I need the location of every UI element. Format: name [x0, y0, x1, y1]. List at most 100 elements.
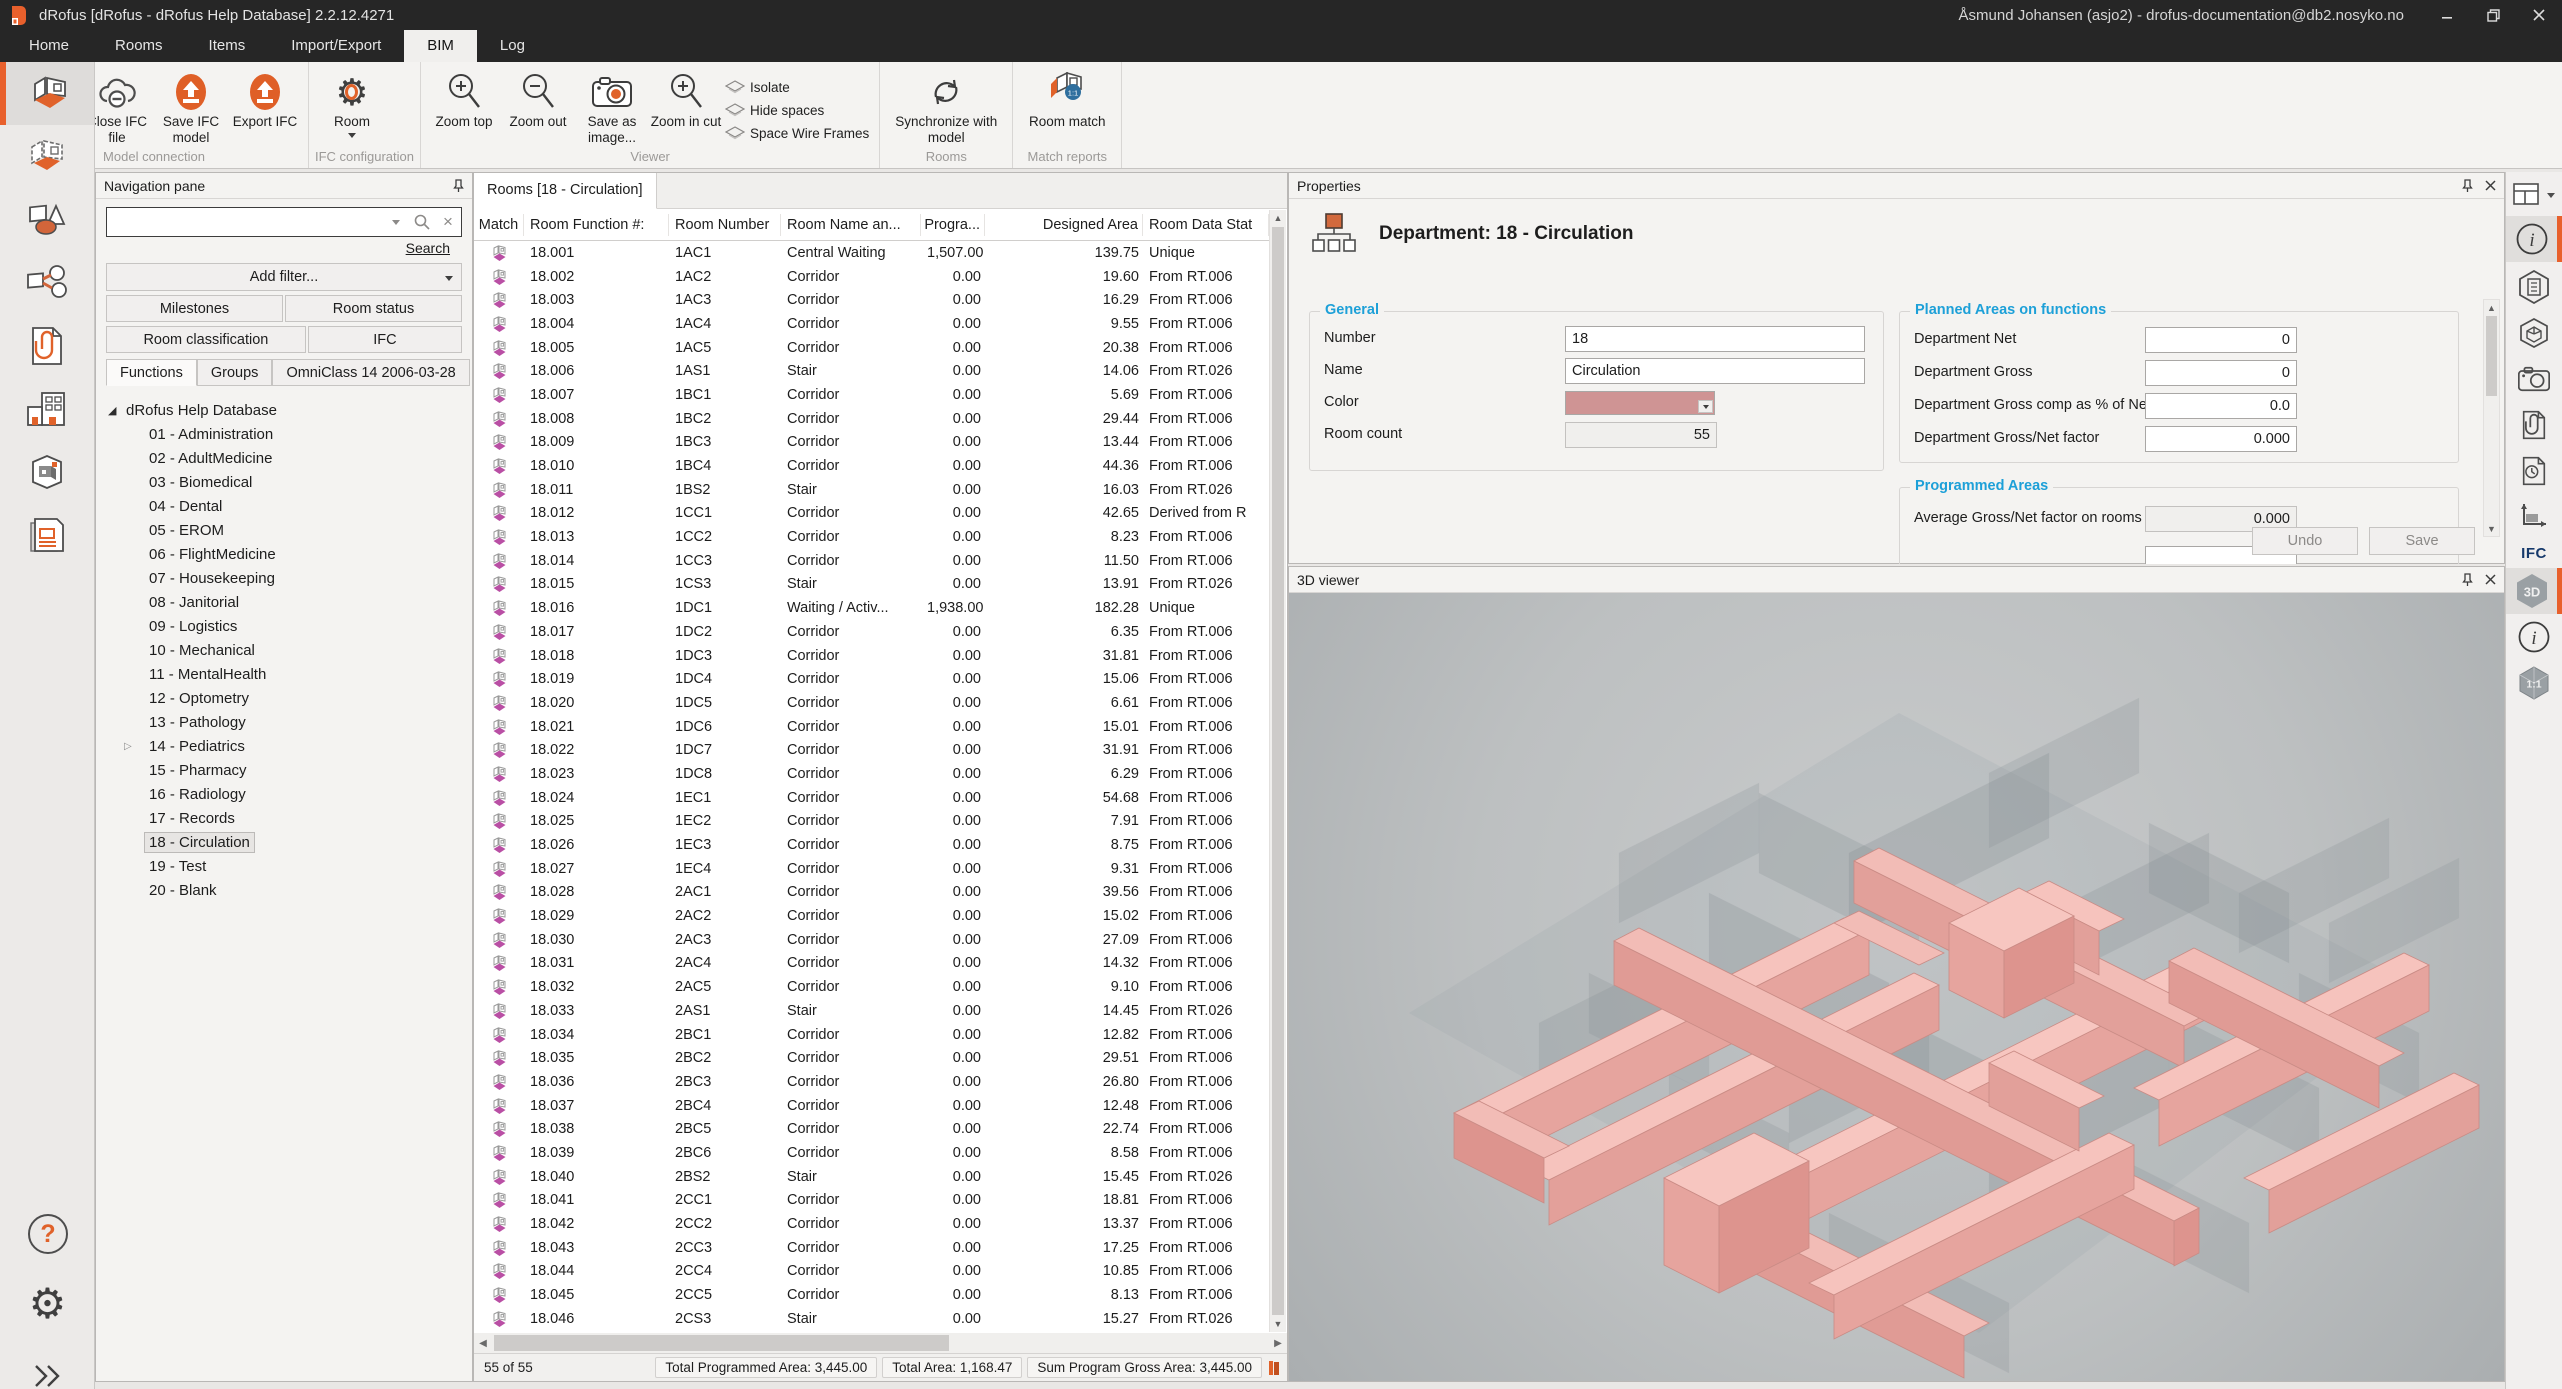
tree-root[interactable]: ◢ dRofus Help Database [96, 398, 472, 422]
table-row[interactable]: 18.031 2AC4 Corridor 0.00 14.32 From RT.… [474, 952, 1269, 976]
pin-icon[interactable] [453, 179, 464, 193]
table-row[interactable]: 18.006 1AS1 Stair 0.00 14.06 From RT.026 [474, 359, 1269, 383]
isolate-toggle[interactable]: Isolate [725, 76, 869, 99]
synchronize-with-model-button[interactable]: Synchronize with model [886, 66, 1006, 146]
sidebar-item-bim-models[interactable] [0, 440, 94, 503]
panel-ifc-info-button[interactable]: i [2506, 614, 2562, 660]
minimize-button[interactable] [2424, 0, 2470, 30]
panel-match-button[interactable]: 1:1 [2506, 660, 2562, 706]
table-row[interactable]: 18.011 1BS2 Stair 0.00 16.03 From RT.026 [474, 478, 1269, 502]
color-swatch[interactable] [1565, 391, 1715, 415]
table-row[interactable]: 18.034 2BC1 Corridor 0.00 12.82 From RT.… [474, 1023, 1269, 1047]
planned-value-field[interactable]: 0 [2145, 327, 2297, 353]
table-row[interactable]: 18.044 2CC4 Corridor 0.00 10.85 From RT.… [474, 1260, 1269, 1284]
table-row[interactable]: 18.033 2AS1 Stair 0.00 14.45 From RT.026 [474, 999, 1269, 1023]
panel-images-button[interactable] [2506, 356, 2562, 402]
scrollbar-thumb[interactable] [2486, 316, 2497, 396]
tree-item[interactable]: 01 - Administration [96, 422, 472, 446]
table-vertical-scrollbar[interactable]: ▲ ▼ [1269, 210, 1286, 1332]
nav-tab-omniclass[interactable]: OmniClass 14 2006-03-28 [272, 359, 469, 386]
help-button[interactable]: ? [0, 1202, 95, 1265]
tree-item[interactable]: 17 - Records [96, 806, 472, 830]
scroll-left-icon[interactable]: ◀ [474, 1333, 492, 1353]
scrollbar-thumb[interactable] [494, 1335, 949, 1351]
table-row[interactable]: 18.030 2AC3 Corridor 0.00 27.09 From RT.… [474, 928, 1269, 952]
table-row[interactable]: 18.024 1EC1 Corridor 0.00 54.68 From RT.… [474, 786, 1269, 810]
tree-item[interactable]: 05 - EROM [96, 518, 472, 542]
sidebar-item-room-templates[interactable] [0, 125, 94, 188]
settings-button[interactable]: ⚙ [0, 1272, 95, 1335]
table-row[interactable]: 18.013 1CC2 Corridor 0.00 8.23 From RT.0… [474, 525, 1269, 549]
tree-item[interactable]: 12 - Optometry [96, 686, 472, 710]
sidebar-item-reports[interactable] [0, 503, 94, 566]
tree-item[interactable]: 02 - AdultMedicine [96, 446, 472, 470]
tree-item[interactable]: 18 - Circulation [96, 830, 472, 854]
table-row[interactable]: 18.008 1BC2 Corridor 0.00 29.44 From RT.… [474, 407, 1269, 431]
col-room-name[interactable]: Room Name an... [781, 214, 921, 236]
tree-item[interactable]: 16 - Radiology [96, 782, 472, 806]
scroll-right-icon[interactable]: ▶ [1269, 1333, 1287, 1353]
table-row[interactable]: 18.007 1BC1 Corridor 0.00 5.69 From RT.0… [474, 383, 1269, 407]
sidebar-item-items[interactable] [0, 188, 94, 251]
pin-icon[interactable] [2462, 179, 2473, 193]
tree-item[interactable]: 09 - Logistics [96, 614, 472, 638]
tree-item[interactable]: 11 - MentalHealth [96, 662, 472, 686]
table-row[interactable]: 18.035 2BC2 Corridor 0.00 29.51 From RT.… [474, 1046, 1269, 1070]
nav-tab-groups[interactable]: Groups [197, 359, 273, 386]
planned-value-field[interactable]: 0.0 [2145, 393, 2297, 419]
tree-item[interactable]: 14 - Pediatrics [96, 734, 472, 758]
table-row[interactable]: 18.039 2BC6 Corridor 0.00 8.58 From RT.0… [474, 1141, 1269, 1165]
search-dropdown-icon[interactable] [383, 220, 409, 225]
col-match[interactable]: Match [474, 214, 524, 236]
table-row[interactable]: 18.021 1DC6 Corridor 0.00 15.01 From RT.… [474, 715, 1269, 739]
panel-room-data-button[interactable] [2506, 264, 2562, 310]
table-row[interactable]: 18.032 2AC5 Corridor 0.00 9.10 From RT.0… [474, 975, 1269, 999]
table-row[interactable]: 18.028 2AC1 Corridor 0.00 39.56 From RT.… [474, 881, 1269, 905]
table-row[interactable]: 18.022 1DC7 Corridor 0.00 31.91 From RT.… [474, 738, 1269, 762]
sidebar-item-systems[interactable] [0, 251, 94, 314]
table-row[interactable]: 18.036 2BC3 Corridor 0.00 26.80 From RT.… [474, 1070, 1269, 1094]
save-button[interactable]: Save [2369, 527, 2475, 555]
filter-milestones-button[interactable]: Milestones [106, 295, 283, 322]
table-row[interactable]: 18.026 1EC3 Corridor 0.00 8.75 From RT.0… [474, 833, 1269, 857]
table-row[interactable]: 18.002 1AC2 Corridor 0.00 19.60 From RT.… [474, 265, 1269, 289]
3d-model-canvas[interactable] [1289, 593, 2504, 1381]
col-designed-area[interactable]: Designed Area [985, 214, 1143, 236]
table-row[interactable]: 18.018 1DC3 Corridor 0.00 31.81 From RT.… [474, 644, 1269, 668]
table-row[interactable]: 18.046 2CS3 Stair 0.00 15.27 From RT.026 [474, 1307, 1269, 1331]
tab-import-export[interactable]: Import/Export [268, 30, 404, 62]
table-row[interactable]: 18.020 1DC5 Corridor 0.00 6.61 From RT.0… [474, 691, 1269, 715]
table-row[interactable]: 18.016 1DC1 Waiting / Activ... 1,938.00 … [474, 596, 1269, 620]
table-row[interactable]: 18.023 1DC8 Corridor 0.00 6.29 From RT.0… [474, 762, 1269, 786]
table-row[interactable]: 18.009 1BC3 Corridor 0.00 13.44 From RT.… [474, 431, 1269, 455]
sidebar-item-buildings[interactable] [0, 377, 94, 440]
filter-room-status-button[interactable]: Room status [285, 295, 462, 322]
table-row[interactable]: 18.015 1CS3 Stair 0.00 13.91 From RT.026 [474, 573, 1269, 597]
tree-item[interactable]: 08 - Janitorial [96, 590, 472, 614]
panel-measure-button[interactable] [2506, 494, 2562, 540]
tab-items[interactable]: Items [186, 30, 269, 62]
nav-tab-functions[interactable]: Functions [106, 359, 197, 386]
status-book-icon[interactable] [1267, 1359, 1281, 1377]
close-icon[interactable] [2485, 180, 2496, 191]
room-config-button[interactable]: ⚙ Room [315, 66, 389, 138]
table-row[interactable]: 18.025 1EC2 Corridor 0.00 7.91 From RT.0… [474, 810, 1269, 834]
tree-item[interactable]: 20 - Blank [96, 878, 472, 902]
table-row[interactable]: 18.040 2BS2 Stair 0.00 15.45 From RT.026 [474, 1165, 1269, 1189]
color-dropdown-icon[interactable] [1698, 400, 1713, 413]
tree-expand-icon[interactable]: ◢ [108, 404, 122, 417]
zoom-out-button[interactable]: Zoom out [501, 66, 575, 130]
clear-search-icon[interactable]: × [435, 212, 461, 232]
table-row[interactable]: 18.017 1DC2 Corridor 0.00 6.35 From RT.0… [474, 620, 1269, 644]
col-programmed[interactable]: Progra... [921, 214, 985, 236]
zoom-in-cut-button[interactable]: Zoom in cut [649, 66, 723, 130]
search-link[interactable]: Search [406, 240, 450, 256]
panel-attachments-button[interactable] [2506, 402, 2562, 448]
scroll-down-icon[interactable]: ▼ [1270, 1316, 1286, 1332]
undo-button[interactable]: Undo [2252, 527, 2358, 555]
panel-3d-button[interactable]: 3D [2506, 568, 2562, 614]
table-row[interactable]: 18.014 1CC3 Corridor 0.00 11.50 From RT.… [474, 549, 1269, 573]
panel-info-button[interactable]: i [2506, 216, 2562, 262]
col-room-data-status[interactable]: Room Data Stat [1143, 214, 1269, 236]
tree-item[interactable]: 15 - Pharmacy [96, 758, 472, 782]
